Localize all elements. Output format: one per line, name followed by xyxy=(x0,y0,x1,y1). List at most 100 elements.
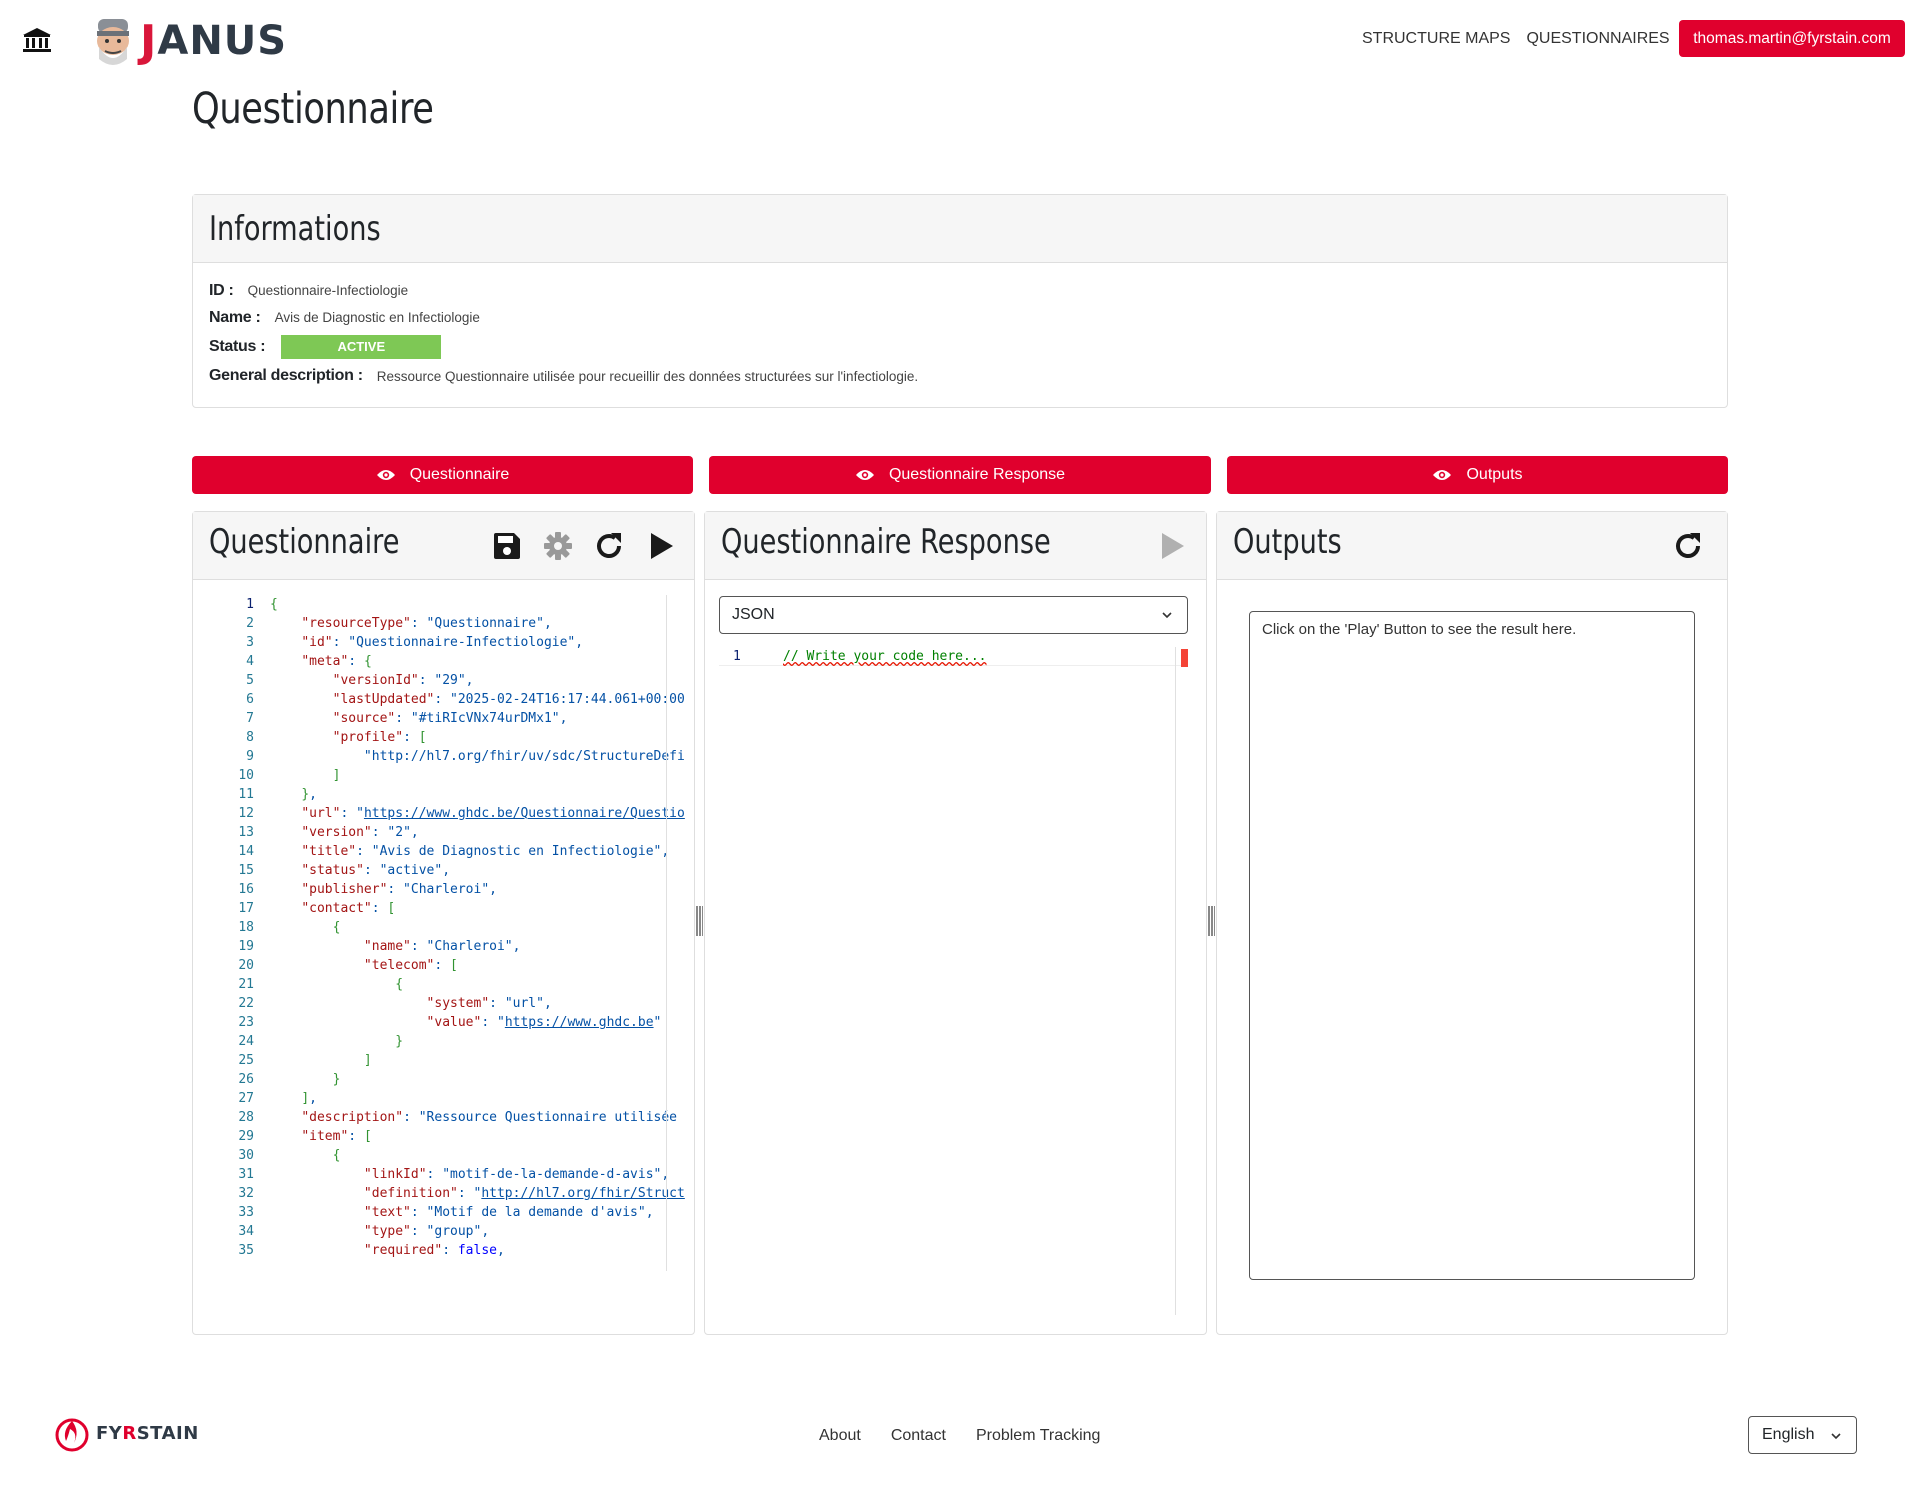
fyrstain-logo[interactable]: FYRSTAIN xyxy=(54,1413,199,1453)
toggle-outputs-button[interactable]: Outputs xyxy=(1227,456,1728,494)
line-number: 23 xyxy=(238,1015,254,1030)
eye-icon xyxy=(1433,470,1452,480)
code-line: 6 "lastUpdated": "2025-02-24T16:17:44.06… xyxy=(228,690,698,709)
footer-about-link[interactable]: About xyxy=(819,1427,861,1445)
play-icon[interactable] xyxy=(645,530,677,562)
line-number: 6 xyxy=(246,692,254,707)
gear-icon[interactable] xyxy=(542,530,574,562)
code-line: 9 "http://hl7.org/fhir/uv/sdc/StructureD… xyxy=(228,747,698,766)
outputs-panel: Outputs Click on the 'Play' Button to se… xyxy=(1216,511,1728,1335)
response-code-editor[interactable]: 1 // Write your code here... xyxy=(719,647,1188,1327)
line-number: 11 xyxy=(238,787,254,802)
code-text: { xyxy=(332,920,341,935)
code-line: 24 } xyxy=(228,1032,698,1051)
line-number: 34 xyxy=(238,1224,254,1239)
id-label: ID : xyxy=(209,281,234,299)
code-line: 35 "required": false, xyxy=(228,1241,698,1260)
line-number: 12 xyxy=(238,806,254,821)
code-line: 25 ] xyxy=(228,1051,698,1070)
line-number: 28 xyxy=(238,1110,254,1125)
line-number: 27 xyxy=(238,1091,254,1106)
refresh-icon[interactable] xyxy=(1672,530,1704,562)
code-lines: 1{2 "resourceType": "Questionnaire", 3 "i… xyxy=(228,595,698,1260)
bank-home-icon[interactable] xyxy=(22,26,52,54)
panel-resize-handle[interactable] xyxy=(696,906,703,936)
save-icon[interactable] xyxy=(491,530,523,562)
informations-card: Informations ID : Questionnaire-Infectio… xyxy=(192,194,1728,408)
code-line: 16 "publisher": "Charleroi", xyxy=(228,880,698,899)
format-select[interactable]: JSON xyxy=(719,596,1188,634)
language-select[interactable]: English xyxy=(1748,1416,1857,1454)
code-text: { xyxy=(332,1148,341,1163)
fyrstain-flame-icon xyxy=(55,1418,89,1452)
code-text: "contact": [ xyxy=(301,901,396,916)
code-line: 28 "description": "Ressource Questionnai… xyxy=(228,1108,698,1127)
line-number: 17 xyxy=(238,901,254,916)
line-number: 31 xyxy=(238,1167,254,1182)
toggle-questionnaire-button[interactable]: Questionnaire xyxy=(192,456,693,494)
footer-problem-tracking-link[interactable]: Problem Tracking xyxy=(976,1427,1101,1445)
line-number: 30 xyxy=(238,1148,254,1163)
code-text: "url": "https://www.ghdc.be/Questionnair… xyxy=(301,806,685,821)
code-line: 22 "system": "url", xyxy=(228,994,698,1013)
code-line: 1{ xyxy=(228,595,698,614)
page-title: Questionnaire xyxy=(192,84,434,134)
questionnaire-code-editor[interactable]: 1{2 "resourceType": "Questionnaire", 3 "i… xyxy=(228,595,698,1277)
response-panel-title: Questionnaire Response xyxy=(721,522,1051,562)
code-text: ], xyxy=(301,1091,317,1106)
toggle-outputs-label: Outputs xyxy=(1466,466,1523,483)
user-account-button[interactable]: thomas.martin@fyrstain.com xyxy=(1679,20,1905,57)
code-line: 14 "title": "Avis de Diagnostic en Infec… xyxy=(228,842,698,861)
code-text: "publisher": "Charleroi", xyxy=(301,882,497,897)
line-number: 4 xyxy=(246,654,254,669)
code-line: 2 "resourceType": "Questionnaire", xyxy=(228,614,698,633)
code-text: { xyxy=(270,597,278,612)
code-line: 27 ], xyxy=(228,1089,698,1108)
error-marker xyxy=(1181,649,1188,667)
code-text: "text": "Motif de la demande d'avis", xyxy=(363,1205,654,1220)
code-line: 33 "text": "Motif de la demande d'avis", xyxy=(228,1203,698,1222)
code-line: 12 "url": "https://www.ghdc.be/Questionn… xyxy=(228,804,698,823)
informations-title: Informations xyxy=(209,208,381,249)
status-label: Status : xyxy=(209,337,266,355)
toggle-response-label: Questionnaire Response xyxy=(888,466,1066,483)
janus-logo[interactable]: J ANUS xyxy=(90,12,287,70)
footer-contact-link[interactable]: Contact xyxy=(891,1427,946,1445)
play-icon[interactable] xyxy=(1156,530,1188,562)
eye-icon xyxy=(376,470,395,480)
line-number: 35 xyxy=(238,1243,254,1258)
line-number: 10 xyxy=(238,768,254,783)
line-number: 22 xyxy=(238,996,254,1011)
code-text: "system": "url", xyxy=(426,996,552,1011)
toggle-response-button[interactable]: Questionnaire Response xyxy=(709,456,1211,494)
janus-face-icon xyxy=(97,19,129,65)
code-text: "item": [ xyxy=(301,1129,372,1144)
navbar: J ANUS STRUCTURE MAPS QUESTIONNAIRES thom… xyxy=(0,0,1905,80)
output-area: Click on the 'Play' Button to see the re… xyxy=(1249,611,1695,1280)
chevron-down-icon xyxy=(1162,612,1172,619)
response-panel: Questionnaire Response JSON 1 // Write y… xyxy=(704,511,1207,1335)
code-line: 4 "meta": { xyxy=(228,652,698,671)
editor-scroll-divider xyxy=(1175,647,1176,1315)
code-text: "http://hl7.org/fhir/uv/sdc/StructureDef… xyxy=(270,749,685,764)
nav-questionnaires[interactable]: QUESTIONNAIRES xyxy=(1526,30,1669,48)
code-text: } xyxy=(395,1034,404,1049)
outputs-panel-title: Outputs xyxy=(1233,522,1342,562)
line-number: 16 xyxy=(238,882,254,897)
code-text: "description": "Ressource Questionnaire … xyxy=(301,1110,677,1125)
line-number: 33 xyxy=(238,1205,254,1220)
code-line: 23 "value": "https://www.ghdc.be" xyxy=(228,1013,698,1032)
line-number: 26 xyxy=(238,1072,254,1087)
nav-structure-maps[interactable]: STRUCTURE MAPS xyxy=(1362,30,1510,48)
code-text: } xyxy=(332,1072,341,1087)
line-number: 2 xyxy=(246,616,254,631)
name-label: Name : xyxy=(209,308,261,326)
panel-resize-handle[interactable] xyxy=(1208,906,1215,936)
line-number: 13 xyxy=(238,825,254,840)
refresh-icon[interactable] xyxy=(593,530,625,562)
line-number: 5 xyxy=(246,673,254,688)
code-text: "name": "Charleroi", xyxy=(363,939,521,954)
line-number: 24 xyxy=(238,1034,254,1049)
code-line: 11 }, xyxy=(228,785,698,804)
code-text: "meta": { xyxy=(301,654,372,669)
